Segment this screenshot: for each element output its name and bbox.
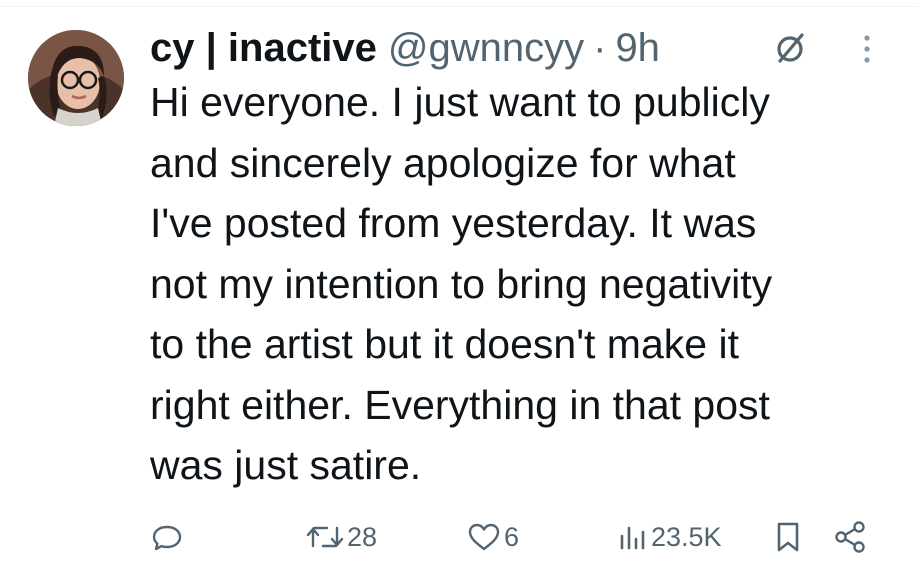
views-count: 23.5K bbox=[651, 521, 722, 552]
retweet-count: 28 bbox=[347, 521, 378, 552]
profile-photo-icon bbox=[28, 30, 124, 126]
like-count: 6 bbox=[504, 521, 520, 552]
timestamp[interactable]: 9h bbox=[615, 20, 660, 76]
views-icon bbox=[620, 526, 645, 550]
tweet-text: Hi everyone. I just want to publicly and… bbox=[150, 72, 900, 496]
tweet-text-line: to the artist but it doesn't make it bbox=[150, 321, 739, 367]
user-handle[interactable]: @gwnncyy bbox=[388, 20, 584, 76]
tweet-text-line: not my intention to bring negativity bbox=[150, 260, 773, 307]
avatar[interactable] bbox=[28, 30, 124, 126]
action-bar: 28 6 23.5K bbox=[0, 512, 918, 562]
reply-icon bbox=[152, 525, 182, 551]
retweet-icon bbox=[306, 526, 344, 548]
tweet-text-line: was just satire. bbox=[150, 442, 422, 488]
more-options-icon[interactable] bbox=[862, 34, 872, 64]
separator-dot: · bbox=[593, 26, 607, 70]
bookmark-icon bbox=[777, 522, 799, 552]
bookmark-button[interactable] bbox=[772, 512, 804, 562]
top-divider bbox=[0, 6, 918, 7]
display-name[interactable]: cy | inactive bbox=[150, 20, 377, 76]
share-icon bbox=[835, 521, 865, 553]
tweet-text-line: and sincerely apologize for what bbox=[150, 139, 736, 186]
tweet-text-line: I've posted from yesterday. It was bbox=[150, 200, 757, 246]
like-button[interactable]: 6 bbox=[466, 512, 519, 562]
views-button[interactable]: 23.5K bbox=[617, 512, 722, 562]
reply-button[interactable] bbox=[150, 512, 186, 562]
share-button[interactable] bbox=[832, 512, 868, 562]
heart-icon bbox=[468, 523, 500, 551]
tweet-text-line: Hi everyone. I just want to publicly bbox=[150, 79, 770, 125]
tweet-header: cy | inactive @gwnncyy · 9h bbox=[150, 20, 660, 76]
retweet-button[interactable]: 28 bbox=[305, 512, 377, 562]
no-symbol-icon bbox=[777, 33, 804, 63]
tweet-text-line: right either. Everything in that post bbox=[150, 381, 770, 428]
